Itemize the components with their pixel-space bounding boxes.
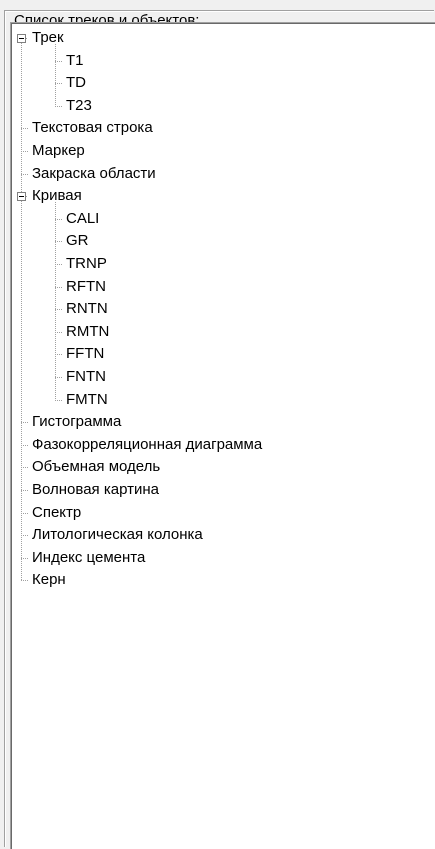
tree-node[interactable]: Текстовая строка [30, 118, 155, 138]
minus-box-icon[interactable] [17, 34, 26, 43]
tree-node[interactable]: Волновая картина [30, 480, 161, 500]
tree-node[interactable]: Гистограмма [30, 412, 123, 432]
tree-node[interactable]: Маркер [30, 141, 87, 161]
tree-node[interactable]: Индекс цемента [30, 548, 147, 568]
tree-child-node[interactable]: T1 [64, 51, 86, 71]
tree-node[interactable]: Закраска области [30, 164, 158, 184]
tree-child-node[interactable]: CALI [64, 209, 101, 229]
tree-child-node[interactable]: T23 [64, 96, 94, 116]
tree-child-node[interactable]: GR [64, 231, 91, 251]
tree-node[interactable]: Спектр [30, 503, 83, 523]
tree-child-node[interactable]: RMTN [64, 322, 111, 342]
tree-node[interactable]: Фазокорреляционная диаграмма [30, 435, 264, 455]
tree-node[interactable]: Трек [30, 28, 66, 48]
tree-child-node[interactable]: TRNP [64, 254, 109, 274]
tree-node[interactable]: Литологическая колонка [30, 525, 205, 545]
tree-node[interactable]: Кривая [30, 186, 84, 206]
tree-node[interactable]: Объемная модель [30, 457, 162, 477]
tree-node[interactable]: Керн [30, 570, 68, 590]
minus-box-icon[interactable] [17, 192, 26, 201]
tree-child-node[interactable]: FFTN [64, 344, 106, 364]
tree-child-node[interactable]: FMTN [64, 390, 110, 410]
tree-child-node[interactable]: FNTN [64, 367, 108, 387]
tree-child-node[interactable]: RNTN [64, 299, 110, 319]
tracks-objects-tree[interactable]: Трек T1 TD T23 Текстовая строка Маркер Закраск… [10, 22, 435, 849]
tree-child-node[interactable]: RFTN [64, 277, 108, 297]
tree-child-node[interactable]: TD [64, 73, 88, 93]
